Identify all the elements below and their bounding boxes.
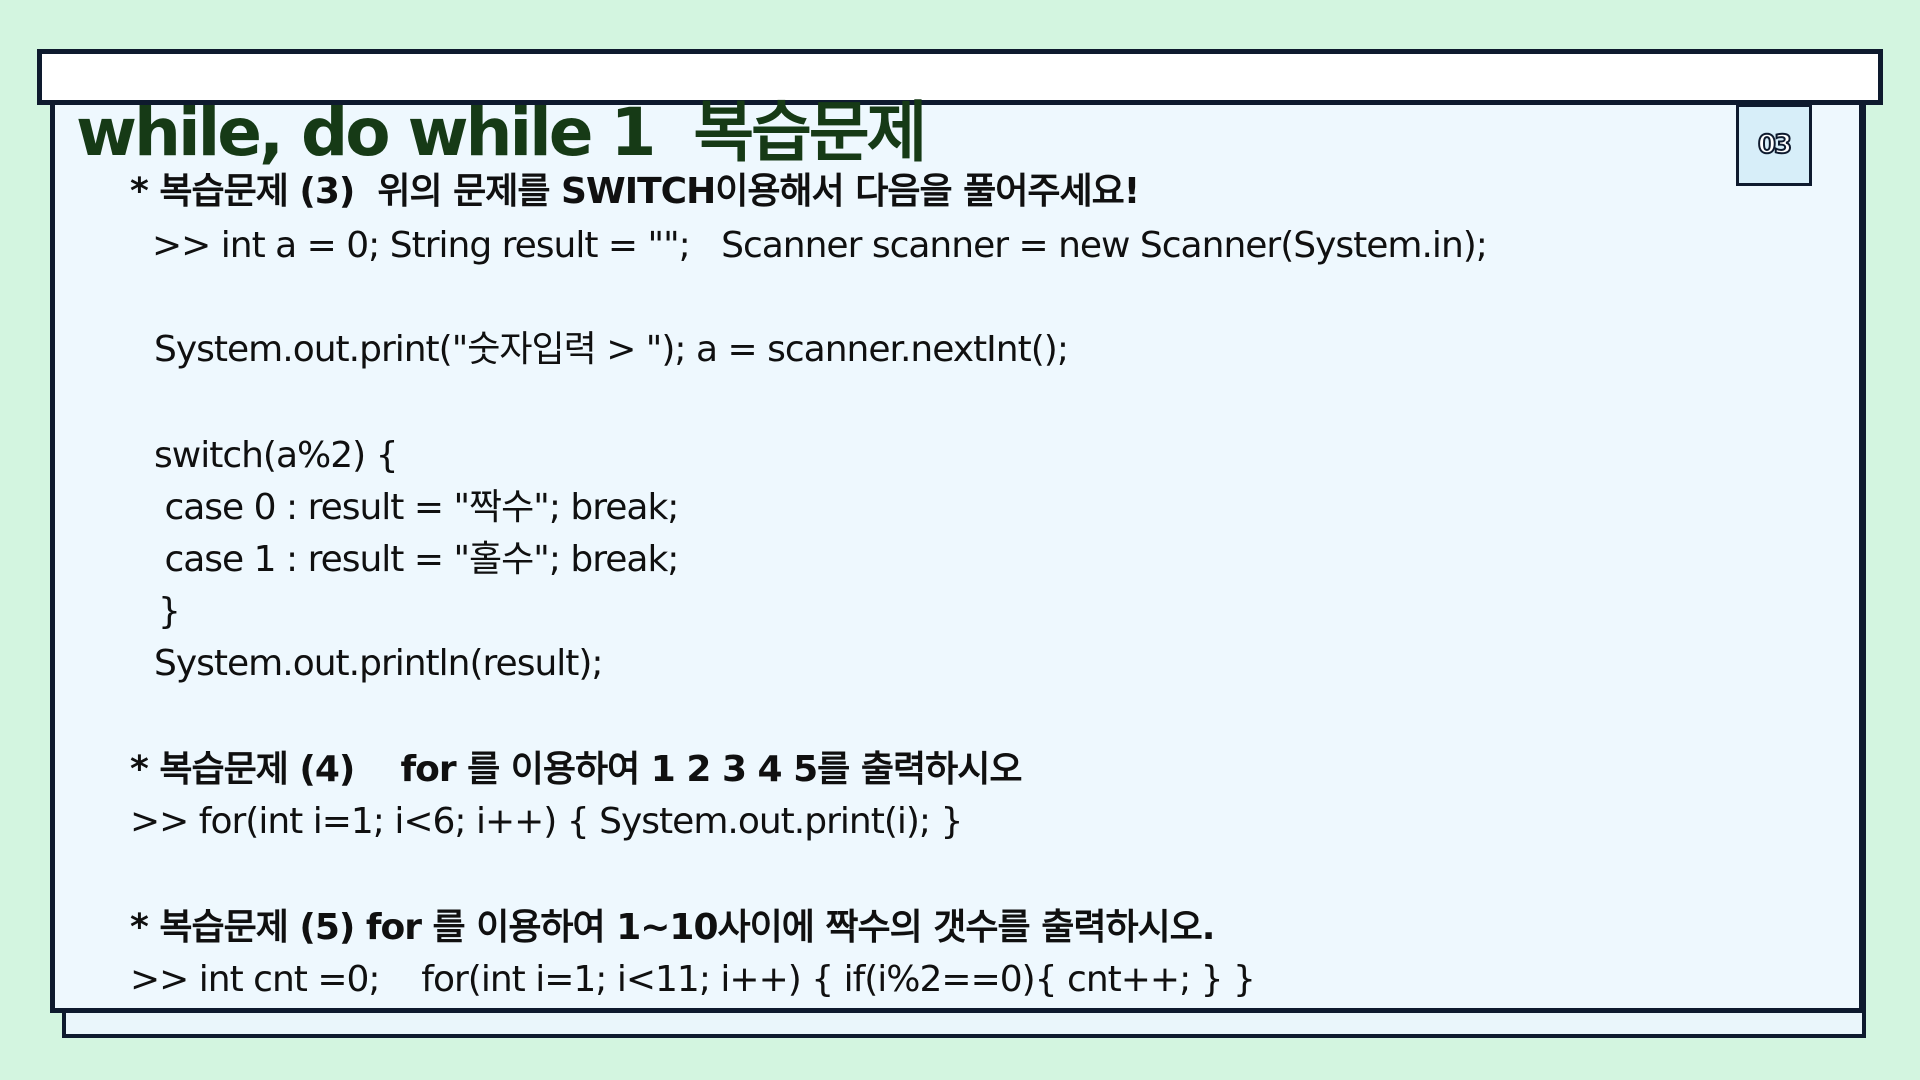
slide-title: while, do while 1 복습문제 [76, 94, 927, 171]
q5-heading: * 복습문제 (5) for 를 이용하여 1~10사이에 짝수의 갯수를 출력… [130, 907, 1215, 948]
q3-code-line-5: case 1 : result = "홀수"; break; [154, 539, 679, 580]
q3-code-line-1: >> int a = 0; String result = ""; Scanne… [152, 225, 1488, 266]
q3-code-line-6: } [158, 591, 181, 632]
q3-code-line-7: System.out.println(result); [154, 643, 604, 684]
page-number-badge: 03 [1736, 104, 1812, 186]
q3-code-line-3: switch(a%2) { [154, 435, 399, 476]
page-number: 03 [1757, 129, 1793, 161]
q5-answer: >> int cnt =0; for(int i=1; i<11; i++) {… [130, 959, 1256, 1000]
q3-code-line-4: case 0 : result = "짝수"; break; [154, 487, 679, 528]
q3-code-line-2: System.out.print("숫자입력 > "); a = scanner… [154, 329, 1069, 370]
q4-heading: * 복습문제 (4) for 를 이용하여 1 2 3 4 5를 출력하시오 [130, 749, 1022, 790]
q4-answer: >> for(int i=1; i<6; i++) { System.out.p… [130, 801, 963, 842]
q3-heading: * 복습문제 (3) 위의 문제를 SWITCH이용해서 다음을 풀어주세요! [130, 171, 1140, 212]
